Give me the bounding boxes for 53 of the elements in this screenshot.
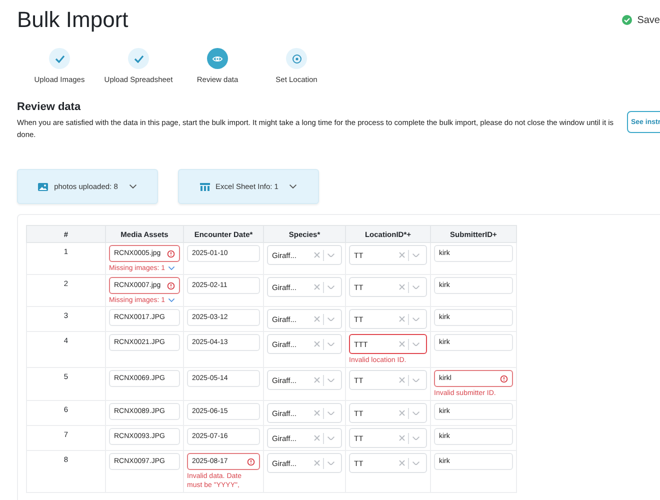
section-heading: Review data: [17, 101, 82, 113]
step-indicator[interactable]: [49, 48, 70, 69]
clear-icon: [314, 316, 320, 322]
caret-icon: [327, 460, 335, 466]
clear-icon: [314, 435, 320, 441]
clear-icon: [314, 252, 320, 258]
clear-icon: [399, 435, 405, 441]
clear-icon: [399, 410, 405, 416]
caret-icon: [168, 266, 176, 271]
caret-icon: [412, 410, 420, 416]
caret-icon: [128, 184, 137, 189]
clear-icon: [399, 252, 405, 258]
caret-icon: [289, 184, 298, 189]
save-status: Save: [637, 14, 660, 26]
caret-icon: [327, 342, 335, 346]
error-icon: [247, 458, 255, 466]
caret-icon: [327, 284, 335, 290]
caret-icon: [412, 284, 420, 290]
caret-icon: [412, 378, 420, 382]
check-icon: [134, 54, 144, 62]
error-icon: [167, 282, 175, 290]
clear-icon: [399, 460, 405, 466]
check-icon: [54, 54, 64, 62]
clear-icon: [399, 316, 405, 322]
caret-icon: [327, 316, 335, 322]
image-icon: [38, 182, 48, 190]
error-icon: [167, 250, 175, 258]
clear-icon: [399, 341, 405, 347]
step-indicator[interactable]: [128, 48, 149, 69]
table-icon: [200, 182, 210, 190]
page-title: Bulk Import: [17, 6, 128, 34]
step-indicator[interactable]: [207, 48, 228, 69]
caret-icon: [412, 316, 420, 322]
caret-icon: [327, 410, 335, 416]
caret-icon: [327, 378, 335, 382]
clear-icon: [314, 410, 320, 416]
step-indicator[interactable]: [286, 48, 307, 69]
caret-icon: [327, 252, 335, 258]
caret-icon: [412, 342, 420, 346]
clear-icon: [399, 377, 405, 383]
clear-icon: [399, 284, 405, 290]
clear-icon: [314, 460, 320, 466]
clear-icon: [314, 341, 320, 347]
error-icon: [500, 374, 508, 382]
caret-icon: [412, 460, 420, 466]
target-icon: [292, 54, 302, 64]
caret-icon: [327, 436, 335, 440]
eye-icon: [212, 54, 223, 62]
clear-icon: [314, 377, 320, 383]
caret-icon: [412, 252, 420, 258]
clear-icon: [314, 284, 320, 290]
caret-icon: [168, 298, 176, 303]
caret-icon: [412, 436, 420, 440]
